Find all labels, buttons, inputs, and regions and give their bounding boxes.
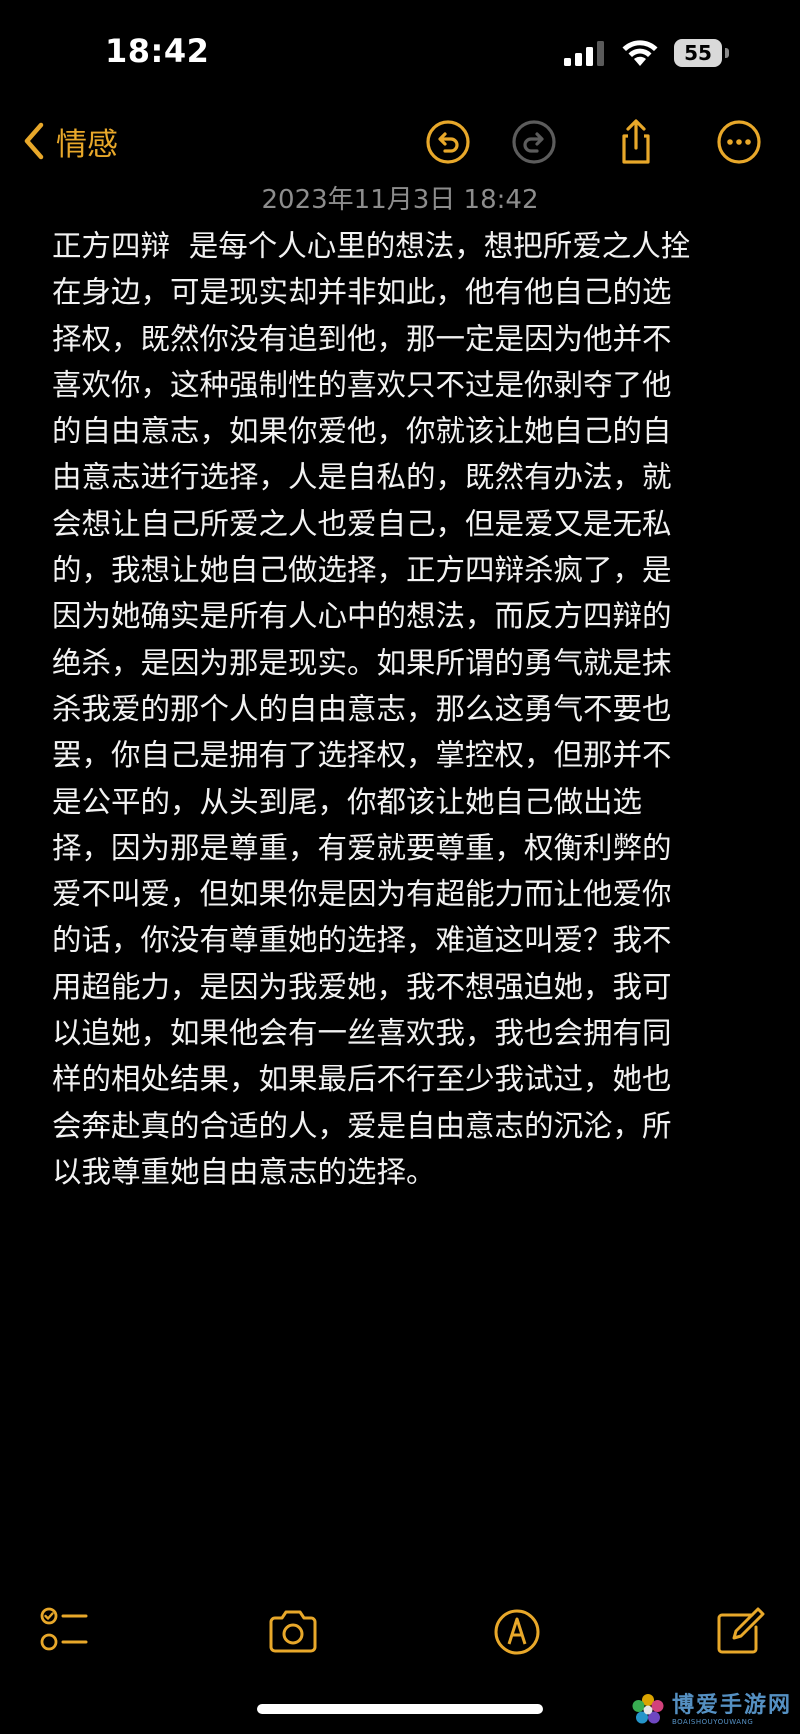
note-date: 2023年11月3日 18:42 xyxy=(261,185,539,215)
status-time: 18:42 xyxy=(105,32,210,70)
note-line: 喜欢你，这种强制性的喜欢只不过是你剥夺了他 xyxy=(52,367,672,402)
note-line: 会奔赴真的合适的人，爱是自由意志的沉沦，所 xyxy=(52,1108,672,1143)
compose-icon xyxy=(717,1607,765,1654)
more-icon xyxy=(717,120,761,164)
camera-icon xyxy=(269,1610,317,1653)
note-line: 是公平的，从头到尾，你都该让她自己做出选 xyxy=(52,784,643,819)
markup-pen-icon xyxy=(494,1609,540,1655)
note-line: 以我尊重她自由意志的选择。 xyxy=(52,1154,436,1189)
checklist-icon xyxy=(40,1607,88,1651)
camera-button[interactable] xyxy=(266,1605,320,1659)
note-line: 在身边，可是现实却并非如此，他有他自己的选 xyxy=(52,275,672,310)
status-icons: 55 xyxy=(562,38,730,68)
battery-cap xyxy=(725,48,729,58)
note-line: 会想让自己所爱之人也爱自己，但是爱又是无私 xyxy=(52,506,672,541)
watermark-subtitle: BOAISHOUYOUWANG xyxy=(671,1717,754,1726)
note-line: 样的相处结果，如果最后不行至少我试过，她也 xyxy=(52,1062,672,1097)
note-line: 择，因为那是尊重，有爱就要尊重，权衡利弊的 xyxy=(52,830,672,865)
home-indicator[interactable] xyxy=(257,1704,543,1714)
note-body[interactable]: 正方四辩 是每个人心里的想法，想把所爱之人拴 在身边，可是现实却并非如此，他有他自… xyxy=(52,223,758,1195)
back-button[interactable]: 情感 xyxy=(22,118,118,164)
note-line: 绝杀，是因为那是现实。如果所谓的勇气就是抹 xyxy=(52,645,672,680)
note-line: 用超能力，是因为我爱她，我不想强迫她，我可 xyxy=(52,969,672,1004)
checklist-button[interactable] xyxy=(38,1605,92,1659)
watermark-title: 博爱手游网 xyxy=(671,1692,792,1718)
chevron-left-icon xyxy=(24,122,44,160)
status-bar: 18:42 55 xyxy=(0,0,800,110)
share-icon xyxy=(622,119,650,164)
signal-icon xyxy=(564,41,604,66)
note-line: 杀我爱的那个人的自由意志，那么这勇气不要也 xyxy=(52,691,672,726)
markup-button[interactable] xyxy=(490,1605,544,1659)
compose-button[interactable] xyxy=(712,1605,766,1659)
battery-icon: 55 xyxy=(674,39,730,67)
note-line: 以追她，如果他会有一丝喜欢我，我也会拥有同 xyxy=(52,1016,672,1051)
back-label: 情感 xyxy=(56,126,118,163)
wifi-icon xyxy=(622,40,658,66)
more-button[interactable] xyxy=(715,118,763,166)
note-line: 的，我想让她自己做选择，正方四辩杀疯了，是 xyxy=(52,553,672,588)
redo-icon xyxy=(512,120,556,164)
note-line: 正方四辩 是每个人心里的想法，想把所爱之人拴 xyxy=(52,229,691,263)
nav-bar: 情感 xyxy=(0,110,800,170)
note-line: 由意志进行选择，人是自私的，既然有办法，就 xyxy=(52,460,672,495)
note-line: 因为她确实是所有人心中的想法，而反方四辩的 xyxy=(52,599,672,634)
flower-logo-icon xyxy=(632,1694,664,1724)
note-line: 爱不叫爱，但如果你是因为有超能力而让他爱你 xyxy=(52,877,672,912)
battery-level: 55 xyxy=(674,39,722,67)
watermark-text: 博爱手游网 BOAISHOUYOUWANG xyxy=(671,1692,792,1726)
undo-icon xyxy=(426,120,470,164)
note-line: 的自由意志，如果你爱他，你就该让她自己的自 xyxy=(52,414,672,449)
undo-button[interactable] xyxy=(424,118,472,166)
redo-button[interactable] xyxy=(510,118,558,166)
note-line: 罢，你自己是拥有了选择权，掌控权，但那并不 xyxy=(52,738,672,773)
share-button[interactable] xyxy=(612,118,660,166)
note-line: 的话，你没有尊重她的选择，难道这叫爱？我不 xyxy=(52,923,672,958)
note-line: 择权，既然你没有追到他，那一定是因为他并不 xyxy=(52,321,672,356)
watermark: 博爱手游网 BOAISHOUYOUWANG xyxy=(630,1692,792,1728)
